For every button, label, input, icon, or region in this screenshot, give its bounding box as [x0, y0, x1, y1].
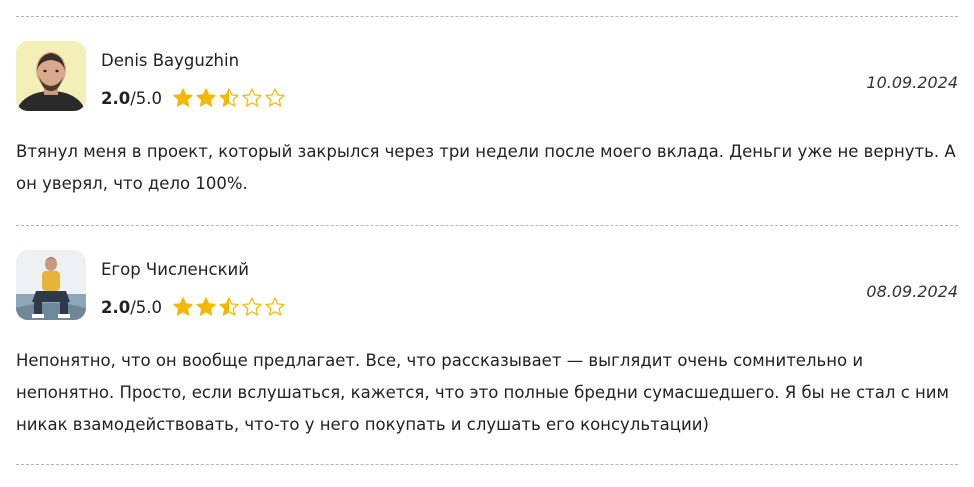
star-empty-icon	[265, 88, 285, 107]
star-full-icon	[173, 88, 193, 107]
review-divider	[16, 16, 958, 17]
review-date: 10.09.2024	[866, 73, 958, 92]
star-full-icon	[196, 88, 216, 107]
rating-value: 2.0	[101, 297, 131, 317]
avatar-image	[16, 250, 86, 320]
rating: 2.0/5.0	[101, 296, 286, 318]
review-card: Denis Bayguzhin 2.0/5.0 10.09.2024 Втяну…	[16, 41, 958, 201]
star-rating	[172, 87, 286, 109]
review-date: 08.09.2024	[866, 282, 958, 301]
star-half-icon	[219, 297, 239, 316]
avatar[interactable]	[16, 250, 86, 320]
rating-value: 2.0	[101, 88, 131, 108]
star-empty-icon	[242, 297, 262, 316]
star-empty-icon	[265, 297, 285, 316]
review-text: Непонятно, что он вообще предлагает. Все…	[16, 351, 949, 434]
avatar[interactable]	[16, 41, 86, 111]
rating: 2.0/5.0	[101, 87, 286, 109]
rating-max: /5.0	[130, 88, 163, 108]
review-author: Егор Численский	[101, 260, 249, 279]
star-rating	[172, 296, 286, 318]
star-full-icon	[196, 297, 216, 316]
review-author: Denis Bayguzhin	[101, 51, 240, 70]
rating-score: 2.0/5.0	[101, 89, 162, 108]
star-empty-icon	[242, 88, 262, 107]
star-full-icon	[173, 297, 193, 316]
review-divider	[16, 464, 958, 465]
review-card: Егор Численский 2.0/5.0 08.09.2024 Непон…	[16, 250, 958, 440]
rating-max: /5.0	[130, 297, 163, 317]
avatar-image	[16, 41, 86, 111]
review-divider	[16, 225, 958, 226]
star-half-icon	[219, 88, 239, 107]
review-text: Втянул меня в проект, который закрылся ч…	[16, 142, 956, 193]
rating-score: 2.0/5.0	[101, 298, 162, 317]
